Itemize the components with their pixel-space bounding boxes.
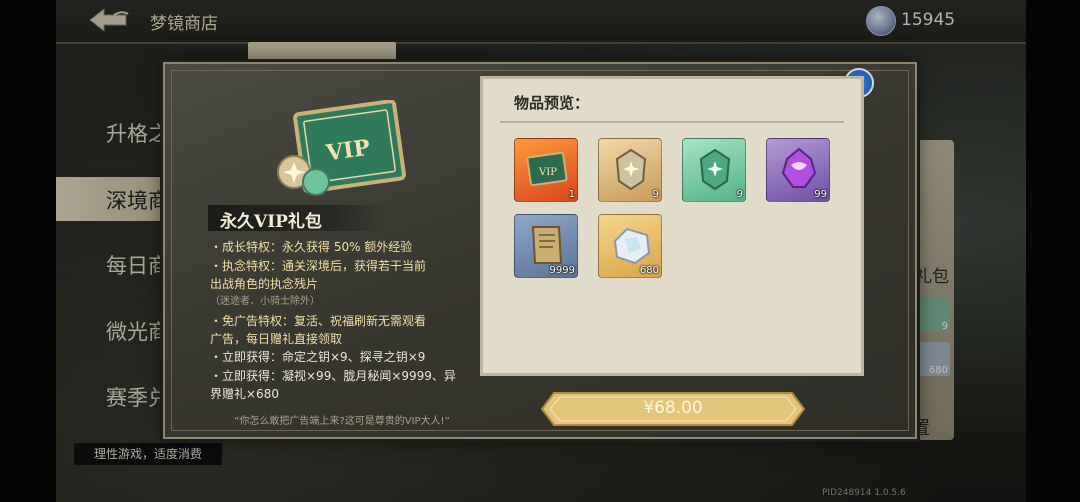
item-slot-explore-key[interactable]: 9 bbox=[682, 138, 746, 202]
scroll-icon bbox=[531, 226, 563, 264]
perk-no-ads-cont: 广告，每日赠礼直接领取 bbox=[210, 332, 343, 346]
perk-growth: ・成长特权：永久获得 50% 额外经验 bbox=[210, 240, 413, 254]
divider bbox=[500, 121, 844, 123]
instant-reward-keys: ・立即获得：命定之钥×9、探寻之钥×9 bbox=[210, 350, 426, 364]
instant-reward-items: ・立即获得：凝视×99、胧月秘闻×9999、异 bbox=[210, 369, 456, 383]
item-slot-otherworld-gift[interactable]: 680 bbox=[598, 214, 662, 278]
perk-obsession: ・执念特权：通关深境后，获得若干当前 bbox=[210, 259, 427, 273]
explore-key-icon bbox=[699, 148, 731, 191]
pack-name: 永久VIP礼包 bbox=[220, 212, 322, 232]
gaze-crystal-icon bbox=[781, 147, 817, 188]
price-label: ¥68.00 bbox=[643, 398, 703, 418]
vip-card-icon: VIP bbox=[277, 100, 406, 196]
item-slot-gaze[interactable]: 99 bbox=[766, 138, 830, 202]
perk-no-ads: ・免广告特权：复活、祝福刷新无需观看 bbox=[210, 314, 427, 328]
item-slot-scroll[interactable]: 9999 bbox=[514, 214, 578, 278]
perk-obsession-cont: 出战角色的执念残片 bbox=[210, 277, 319, 291]
vip-card-icon: VIP bbox=[526, 151, 568, 187]
instant-reward-items-cont: 界赠礼×680 bbox=[210, 387, 279, 401]
otherworld-gift-icon bbox=[613, 227, 651, 265]
item-slot-vip-card[interactable]: VIP 1 bbox=[514, 138, 578, 202]
item-slot-destined-key[interactable]: 9 bbox=[598, 138, 662, 202]
destined-key-icon bbox=[615, 148, 647, 191]
perk-obsession-note: （迷途者、小骑士除外） bbox=[210, 296, 320, 307]
flavor-quote: “你怎么敢把广告端上来?这可是尊贵的VIP大人!” bbox=[234, 416, 450, 427]
svg-text:VIP: VIP bbox=[538, 167, 557, 178]
item-preview-title: 物品预览： bbox=[514, 94, 590, 112]
